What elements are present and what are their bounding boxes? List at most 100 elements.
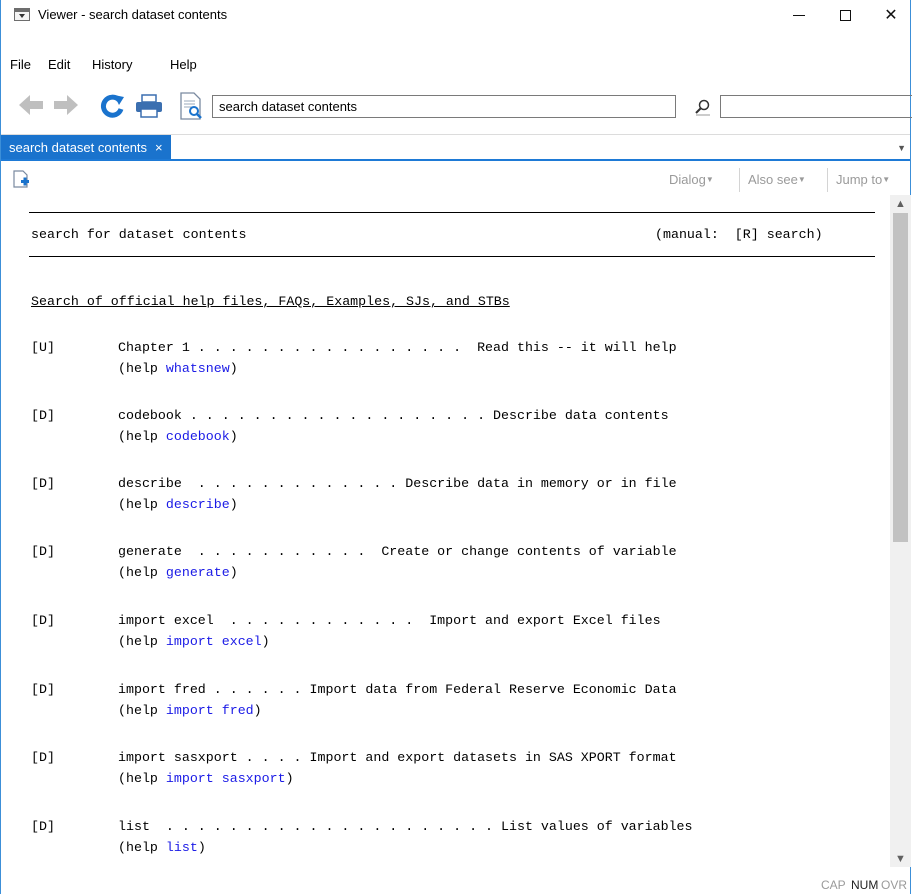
refresh-icon[interactable] bbox=[99, 94, 125, 118]
entry-tag: [D] bbox=[31, 819, 55, 834]
search-icon[interactable] bbox=[694, 98, 712, 116]
scrollbar-thumb[interactable] bbox=[893, 213, 908, 542]
menu-help[interactable]: Help bbox=[170, 57, 197, 72]
separator bbox=[827, 168, 828, 192]
help-link[interactable]: import sasxport bbox=[166, 771, 286, 786]
section-title: Search of official help files, FAQs, Exa… bbox=[31, 294, 510, 309]
status-bar: CAP NUM OVR bbox=[1, 868, 910, 894]
entry-description: list . . . . . . . . . . . . . . . . . .… bbox=[118, 819, 693, 834]
viewer-window: Viewer - search dataset contents ✕ File … bbox=[0, 0, 912, 894]
entry-help: (help codebook) bbox=[118, 429, 238, 444]
menu-file[interactable]: File bbox=[10, 57, 31, 72]
entry-help: (help import sasxport) bbox=[118, 771, 294, 786]
entry-description: Chapter 1 . . . . . . . . . . . . . . . … bbox=[118, 340, 677, 355]
caps-lock-indicator: CAP bbox=[821, 878, 846, 892]
menu-edit[interactable]: Edit bbox=[48, 57, 70, 72]
help-prefix: (help bbox=[118, 634, 166, 649]
forward-arrow-icon[interactable] bbox=[53, 94, 79, 116]
search-input[interactable] bbox=[720, 95, 912, 118]
help-prefix: (help bbox=[118, 840, 166, 855]
help-suffix: ) bbox=[253, 703, 262, 718]
help-link[interactable]: generate bbox=[166, 565, 230, 580]
close-button[interactable]: ✕ bbox=[868, 0, 912, 30]
dialog-label: Dialog bbox=[669, 172, 706, 187]
vertical-scrollbar[interactable]: ▲ ▼ bbox=[890, 195, 911, 867]
help-content: search for dataset contents (manual: [R]… bbox=[1, 195, 890, 867]
entry-description: codebook . . . . . . . . . . . . . . . .… bbox=[118, 408, 669, 423]
help-suffix: ) bbox=[261, 634, 270, 649]
scroll-down-icon[interactable]: ▼ bbox=[890, 850, 911, 867]
help-link[interactable]: whatsnew bbox=[166, 361, 230, 376]
also-see-button[interactable]: Also see▼ bbox=[748, 172, 806, 187]
entry-tag: [U] bbox=[31, 340, 55, 355]
help-suffix: ) bbox=[197, 840, 206, 855]
entry-tag: [D] bbox=[31, 750, 55, 765]
dialog-dropdown-icon: ▼ bbox=[705, 175, 714, 184]
help-suffix: ) bbox=[285, 771, 294, 786]
header-rule-bottom bbox=[29, 256, 875, 257]
back-arrow-icon[interactable] bbox=[18, 94, 44, 116]
help-link[interactable]: list bbox=[166, 840, 198, 855]
entry-tag: [D] bbox=[31, 613, 55, 628]
entry-help: (help generate) bbox=[118, 565, 238, 580]
help-prefix: (help bbox=[118, 771, 166, 786]
num-lock-indicator: NUM bbox=[851, 878, 879, 892]
help-prefix: (help bbox=[118, 497, 166, 512]
entry-description: describe . . . . . . . . . . . . . Descr… bbox=[118, 476, 677, 491]
help-link[interactable]: describe bbox=[166, 497, 230, 512]
help-link[interactable]: import excel bbox=[166, 634, 262, 649]
dialog-button[interactable]: Dialog▼ bbox=[669, 172, 714, 187]
app-icon[interactable] bbox=[14, 8, 30, 21]
also-see-label: Also see bbox=[748, 172, 798, 187]
help-suffix: ) bbox=[229, 497, 238, 512]
viewer-subbar: Dialog▼ Also see▼ Jump to▼ bbox=[1, 161, 910, 195]
print-icon[interactable] bbox=[135, 94, 163, 118]
entry-tag: [D] bbox=[31, 682, 55, 697]
entry-help: (help import excel) bbox=[118, 634, 270, 649]
separator bbox=[739, 168, 740, 192]
manual-reference[interactable]: (manual: [R] search) bbox=[655, 227, 823, 242]
help-title: search for dataset contents bbox=[31, 227, 247, 242]
window-title: Viewer - search dataset contents bbox=[38, 7, 228, 22]
help-prefix: (help bbox=[118, 703, 166, 718]
entry-description: import sasxport . . . . Import and expor… bbox=[118, 750, 677, 765]
minimize-icon bbox=[793, 14, 805, 16]
scroll-up-icon[interactable]: ▲ bbox=[890, 195, 911, 212]
entry-help: (help describe) bbox=[118, 497, 238, 512]
help-prefix: (help bbox=[118, 565, 166, 580]
minimize-button[interactable] bbox=[776, 0, 822, 30]
title-bar: Viewer - search dataset contents ✕ bbox=[1, 0, 910, 30]
overwrite-indicator: OVR bbox=[881, 878, 908, 892]
tab-list-chevron-icon[interactable]: ▼ bbox=[897, 143, 906, 153]
entry-tag: [D] bbox=[31, 544, 55, 559]
close-icon: ✕ bbox=[884, 7, 898, 24]
help-prefix: (help bbox=[118, 361, 166, 376]
entry-description: generate . . . . . . . . . . . Create or… bbox=[118, 544, 677, 559]
maximize-button[interactable] bbox=[822, 0, 868, 30]
entry-help: (help whatsnew) bbox=[118, 361, 238, 376]
help-link[interactable]: codebook bbox=[166, 429, 230, 444]
entry-description: import fred . . . . . . Import data from… bbox=[118, 682, 677, 697]
help-suffix: ) bbox=[229, 565, 238, 580]
address-input[interactable]: search dataset contents bbox=[212, 95, 676, 118]
entry-help: (help list) bbox=[118, 840, 206, 855]
tab-strip: search dataset contents × ▼ bbox=[1, 135, 910, 161]
help-link[interactable]: import fred bbox=[166, 703, 254, 718]
tab-search-dataset-contents[interactable]: search dataset contents × bbox=[1, 135, 171, 159]
jump-to-button[interactable]: Jump to▼ bbox=[836, 172, 890, 187]
tab-close-icon[interactable]: × bbox=[155, 140, 163, 155]
entry-help: (help import fred) bbox=[118, 703, 262, 718]
header-rule-top bbox=[29, 212, 875, 213]
help-suffix: ) bbox=[229, 429, 238, 444]
help-suffix: ) bbox=[229, 361, 238, 376]
page-search-icon[interactable] bbox=[179, 92, 203, 120]
new-viewer-icon[interactable] bbox=[13, 170, 29, 188]
jump-to-label: Jump to bbox=[836, 172, 883, 187]
also-see-dropdown-icon: ▼ bbox=[797, 175, 806, 184]
maximize-icon bbox=[839, 9, 851, 21]
entry-tag: [D] bbox=[31, 476, 55, 491]
help-prefix: (help bbox=[118, 429, 166, 444]
entry-tag: [D] bbox=[31, 408, 55, 423]
entry-description: import excel . . . . . . . . . . . . Imp… bbox=[118, 613, 661, 628]
menu-history[interactable]: History bbox=[92, 57, 132, 72]
